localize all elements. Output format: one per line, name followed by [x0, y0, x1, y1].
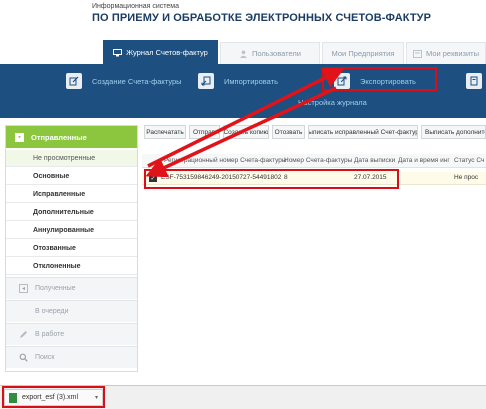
export-highlight-box: [322, 67, 437, 91]
section-label: Полученные: [35, 285, 76, 292]
content-action-buttons: Распечатать Отправить Создать копию Отоз…: [142, 125, 486, 141]
user-icon: [239, 50, 248, 58]
import-label: Импортировать: [224, 76, 279, 86]
download-highlight-box: [2, 386, 105, 408]
tab-label: Журнал Счетов-фактур: [126, 48, 208, 57]
tab-my-requisites[interactable]: Мои реквизиты: [406, 42, 486, 64]
section-label: Поиск: [35, 354, 55, 361]
sidebar-item-main[interactable]: Основные: [6, 168, 137, 185]
sidebar-section-queue[interactable]: В очереди: [6, 300, 137, 322]
journal-settings-link[interactable]: Настройка журнала: [298, 98, 367, 107]
folder-icon: ▪: [15, 132, 24, 142]
sidebar-section-search[interactable]: Поиск: [6, 346, 137, 368]
row-highlight-box: [144, 169, 399, 189]
tab-label: Пользователи: [252, 49, 301, 58]
sidebar-item-annulled[interactable]: Аннулированные: [6, 222, 137, 239]
import-button[interactable]: Импортировать: [198, 72, 278, 90]
column-header[interactable]: Регистрационный номер Счета-фактуры: [164, 157, 287, 164]
tab-users[interactable]: Пользователи: [220, 42, 320, 64]
invoice-journal-content: Распечатать Отправить Создать копию Отоз…: [142, 125, 486, 385]
issue-additional-button[interactable]: Выписать дополнительный: [421, 125, 486, 139]
sidebar-section-in-work[interactable]: В работе: [6, 323, 137, 345]
sidebar-item-recalled[interactable]: Отозванные: [6, 240, 137, 257]
extra-toolbar-button[interactable]: [466, 72, 486, 90]
card-icon: [412, 49, 422, 58]
app-header: Информационная система ПО ПРИЕМУ И ОБРАБ…: [0, 0, 486, 40]
send-button[interactable]: Отправить: [189, 125, 220, 139]
tab-invoice-journal[interactable]: Журнал Счетов-фактур: [103, 40, 218, 64]
sidebar-item-corrected[interactable]: Исправленные: [6, 186, 137, 203]
sidebar-item-unviewed[interactable]: Не просмотренные: [6, 150, 137, 167]
column-header[interactable]: Дата выписки: [354, 157, 395, 164]
issue-corrected-button[interactable]: Выписать исправленный Счет-фактуру: [308, 125, 418, 139]
system-title: ПО ПРИЕМУ И ОБРАБОТКЕ ЭЛЕКТРОННЫХ СЧЕТОВ…: [92, 12, 432, 24]
inbox-icon: ◂: [19, 284, 28, 293]
column-header[interactable]: Дата и время инг: [398, 157, 450, 164]
row-status: Не прос: [454, 174, 479, 181]
tab-label: Мои реквизиты: [425, 49, 480, 58]
monitor-icon: [113, 48, 123, 57]
main-tabs: Журнал Счетов-фактур Пользователи Мои Пр…: [0, 40, 486, 64]
create-invoice-button[interactable]: Создание Счета-фактуры: [66, 72, 182, 90]
sidebar-header-label: Отправленные: [31, 132, 87, 142]
pencil-icon: [19, 330, 28, 339]
table-header: Регистрационный номер Счета-фактуры Номе…: [142, 154, 486, 168]
tab-label: Мои Предприятия: [331, 49, 395, 58]
sidebar-item-additional[interactable]: Дополнительные: [6, 204, 137, 221]
section-label: В работе: [35, 331, 65, 338]
print-button[interactable]: Распечатать: [144, 125, 186, 139]
sidebar-sent-header[interactable]: ▪ Отправленные: [6, 126, 137, 148]
import-icon: [198, 73, 214, 89]
column-header[interactable]: Статус Сч: [454, 157, 484, 164]
column-header[interactable]: Номер Счета-фактуры: [284, 157, 352, 164]
create-copy-button[interactable]: Создать копию: [223, 125, 269, 139]
tab-my-enterprises[interactable]: Мои Предприятия: [322, 42, 404, 64]
system-subtitle: Информационная система: [92, 3, 179, 10]
section-label: В очереди: [35, 308, 69, 315]
edit-icon: [66, 73, 82, 89]
recall-button[interactable]: Отозвать: [272, 125, 305, 139]
document-icon: [466, 73, 482, 89]
create-invoice-label: Создание Счета-фактуры: [92, 76, 182, 86]
sidebar-item-rejected[interactable]: Отклоненные: [6, 258, 137, 275]
folder-sidebar: ▪ Отправленные Не просмотренные Основные…: [5, 125, 138, 372]
search-icon: [19, 353, 28, 362]
sidebar-section-received[interactable]: ◂ Полученные: [6, 277, 137, 299]
